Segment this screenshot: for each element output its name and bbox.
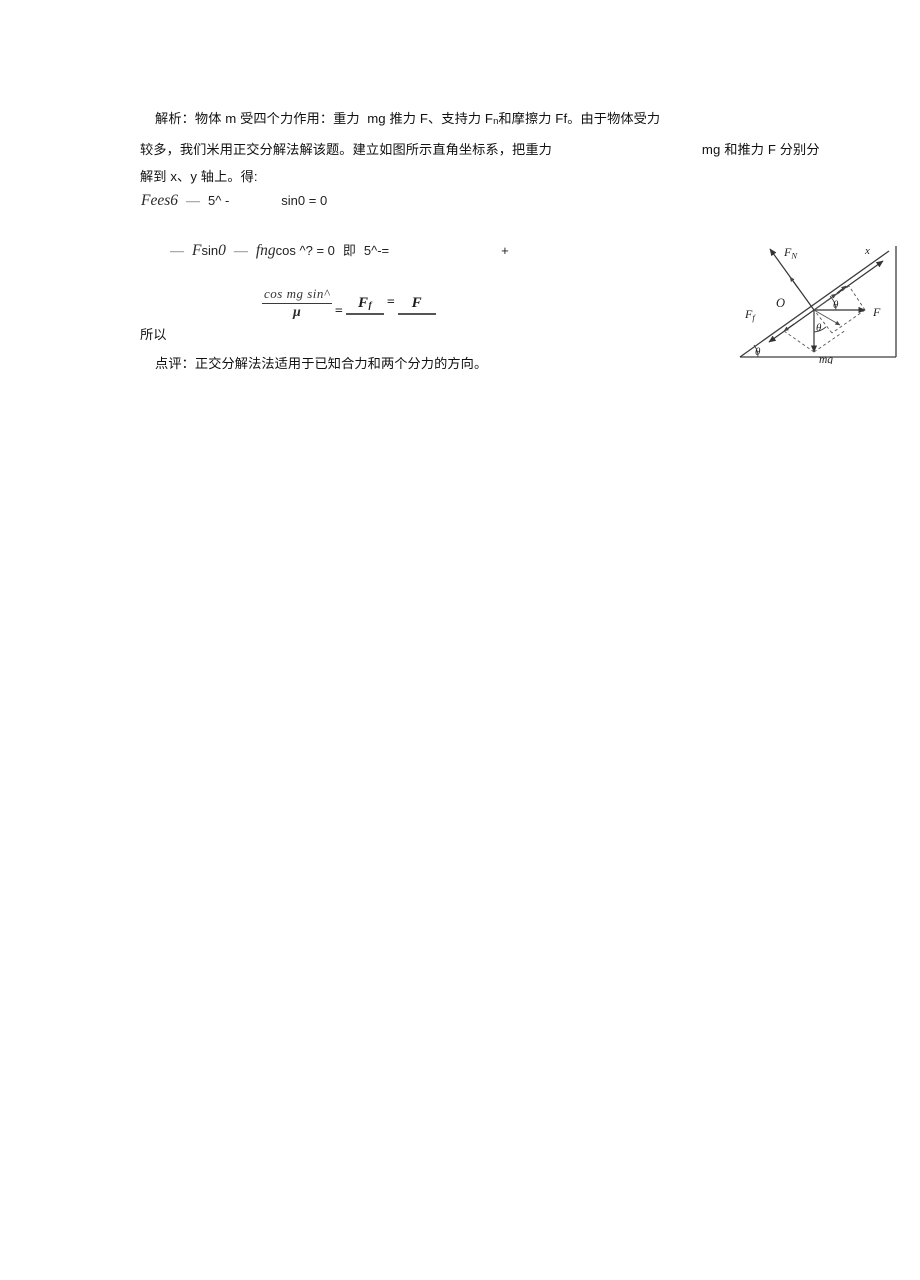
- comment-line: 点评：正交分解法法适用于已知合力和两个分力的方向。: [140, 356, 488, 371]
- equation-1-mid: 5^ -: [208, 193, 230, 208]
- equation-3-equals-2: =: [386, 295, 395, 310]
- equation-3-equals-1: =: [334, 304, 343, 319]
- inclined-plane-force-diagram: FN Ff F mg O x θ θ θ: [736, 228, 914, 364]
- analysis-line-1-text-after: 和摩擦力 Ff。由于物体受力: [498, 111, 661, 126]
- document-page: 解析：物体 m 受四个力作用：重力 mg 推力 F、支持力 Fn和摩擦力 Ff。…: [0, 0, 920, 1280]
- label-weight: mg: [819, 354, 833, 364]
- equation-3: cos mg sin^ μ = Ff = F: [262, 286, 436, 322]
- label-upper-angle: θ: [833, 299, 839, 311]
- fraction-friction-subscript: f: [368, 301, 372, 311]
- equation-2-term-4: fng: [255, 242, 276, 259]
- label-applied-force: F: [872, 305, 881, 319]
- analysis-line-2: 较多，我们米用正交分解法解该题。建立如图所示直角坐标系，把重力 mg 和推力 F …: [140, 141, 820, 158]
- analysis-line-1: 解析：物体 m 受四个力作用：重力 mg 推力 F、支持力 Fn和摩擦力 Ff。…: [140, 110, 660, 130]
- equation-2-term-2: sin: [201, 243, 219, 258]
- equation-2-term-6: 即: [342, 243, 356, 258]
- label-lower-angle: θ: [816, 322, 822, 334]
- equation-2-term-3: 0: [218, 242, 226, 259]
- fraction-applied-numerator: F: [411, 295, 423, 311]
- fraction-mu-numerator: cos mg sin^: [264, 286, 330, 301]
- equation-1-dash: —: [186, 194, 201, 209]
- label-x-axis: x: [864, 245, 870, 257]
- analysis-line-2-text-after: mg 和推力 F 分别分: [701, 142, 820, 157]
- label-normal-force: FN: [783, 245, 798, 261]
- fraction-friction-numerator: Ff: [356, 295, 374, 313]
- fraction-friction-symbol: F: [358, 295, 369, 311]
- friction-force-arrow: [768, 309, 815, 343]
- fraction-applied-bar: [397, 313, 436, 315]
- equation-2-dash-2: —: [233, 244, 248, 259]
- equation-2-dash-1: —: [170, 244, 184, 259]
- equation-1-tail: sin0 = 0: [281, 193, 328, 208]
- equation-2-term-7: 5^-=: [363, 243, 390, 258]
- component-dashed-lines: [783, 285, 866, 353]
- analysis-line-1-text: 解析：物体 m 受四个力作用：重力 mg 推力 F、支持力 F: [140, 111, 494, 126]
- equation-2-term-5: cos ^? = 0: [275, 243, 335, 258]
- fraction-mu-denominator: μ: [293, 305, 301, 320]
- so-label: 所以: [140, 327, 167, 342]
- equation-1: Fees6 — 5^ - sin0 = 0: [141, 192, 327, 210]
- equation-2: — Fsin0— fngcos ^? = 0 即 5^-= +: [170, 240, 509, 260]
- fraction-mu: cos mg sin^ μ: [262, 286, 332, 321]
- fraction-friction-bar: [345, 313, 384, 315]
- equation-1-lead: Fees6: [141, 192, 179, 209]
- label-friction-force: Ff: [744, 307, 756, 323]
- analysis-line-3: 解到 x、y 轴上。得:: [140, 169, 258, 184]
- analysis-line-2-text-before: 较多，我们米用正交分解法解该题。建立如图所示直角坐标系，把重力: [140, 142, 552, 157]
- angle-arcs: [753, 295, 837, 358]
- label-origin: O: [776, 296, 785, 310]
- fraction-friction: Ff: [345, 295, 384, 322]
- equation-2-plus: +: [501, 243, 509, 258]
- label-incline-angle: θ: [755, 346, 761, 358]
- incline-triangle: [739, 246, 897, 358]
- fraction-applied: F: [397, 295, 436, 322]
